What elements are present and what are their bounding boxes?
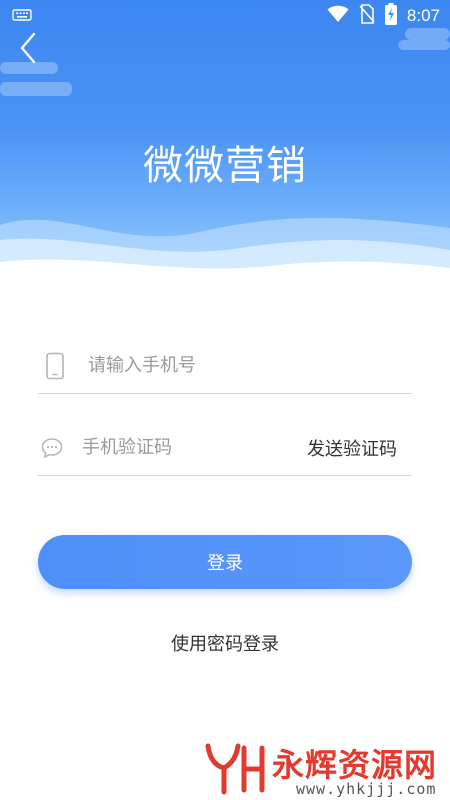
chevron-left-icon [14, 32, 46, 70]
login-button[interactable]: 登录 [38, 535, 412, 589]
send-code-button[interactable]: 发送验证码 [307, 435, 397, 461]
status-time: 8:07 [406, 6, 440, 25]
chat-bubble-icon [40, 433, 64, 463]
wifi-icon [327, 5, 349, 27]
cloud-decoration [398, 40, 450, 50]
header-banner: 8:07 微微营销 [0, 0, 450, 280]
phone-input[interactable] [88, 345, 412, 386]
phone-field[interactable] [38, 338, 412, 394]
back-button[interactable] [14, 30, 46, 66]
cloud-decoration [0, 82, 72, 96]
battery-charging-icon [384, 3, 397, 29]
verification-code-input[interactable] [82, 427, 307, 468]
verification-code-field[interactable]: 发送验证码 [38, 420, 412, 476]
watermark: 永辉资源网 www.yhkjjj.com [200, 738, 450, 800]
app-title: 微微营销 [143, 143, 307, 189]
keyboard-icon [12, 7, 32, 26]
watermark-logo-icon [204, 742, 268, 800]
phone-icon [40, 351, 70, 381]
password-login-link[interactable]: 使用密码登录 [0, 630, 450, 656]
status-bar: 8:07 [0, 0, 450, 32]
watermark-url: www.yhkjjj.com [296, 780, 437, 798]
no-sim-icon [359, 4, 375, 28]
